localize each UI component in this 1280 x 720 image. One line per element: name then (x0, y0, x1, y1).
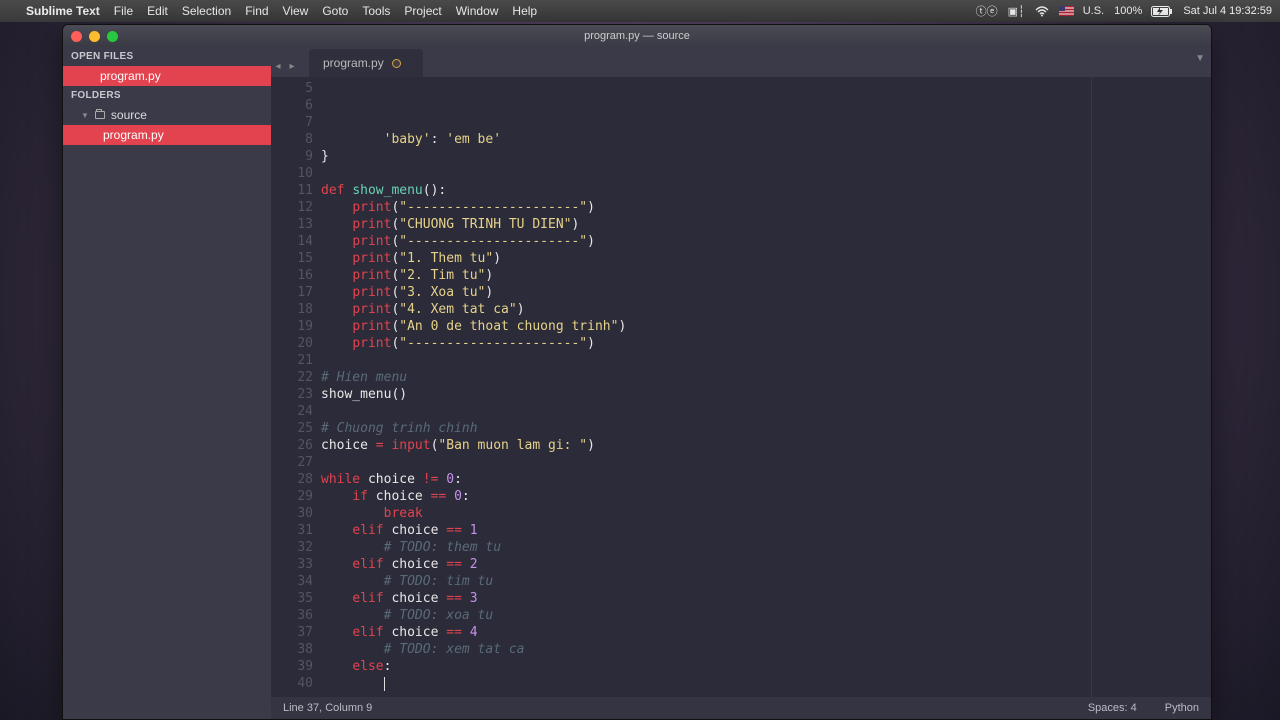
sidebar-open-file[interactable]: program.py (63, 66, 271, 86)
code-line[interactable] (321, 675, 1211, 692)
code-content[interactable]: 'baby': 'em be'} def show_menu(): print(… (321, 77, 1211, 697)
folder-name: source (111, 108, 147, 122)
code-line[interactable]: 'baby': 'em be' (321, 131, 1211, 148)
code-line[interactable]: print("2. Tim tu") (321, 267, 1211, 284)
file-name: program.py (100, 69, 161, 83)
code-line[interactable]: # TODO: them tu (321, 539, 1211, 556)
code-line[interactable]: print("----------------------") (321, 199, 1211, 216)
menubar-battery[interactable]: 100% (1114, 5, 1173, 17)
code-line[interactable]: elif choice == 3 (321, 590, 1211, 607)
sidebar-open-files-header: OPEN FILES (63, 47, 271, 66)
code-line[interactable]: elif choice == 1 (321, 522, 1211, 539)
code-line[interactable] (321, 403, 1211, 420)
macos-menubar: Sublime Text File Edit Selection Find View Go… (0, 0, 1280, 22)
menubar-item-window[interactable]: Window (456, 4, 499, 18)
status-indent[interactable]: Spaces: 4 (1088, 702, 1137, 714)
code-line[interactable]: print("4. Xem tat ca") (321, 301, 1211, 318)
code-line[interactable]: choice = input("Ban muon lam gi: ") (321, 437, 1211, 454)
code-line[interactable]: # TODO: xem tat ca (321, 641, 1211, 658)
editor-area: ◂ ▸ program.py ▼ 56789101112131415161718… (271, 47, 1211, 719)
folder-icon (95, 111, 105, 119)
code-line[interactable]: elif choice == 4 (321, 624, 1211, 641)
tab-label: program.py (323, 56, 384, 70)
desktop: program.py — source OPEN FILES program.p… (0, 22, 1280, 720)
code-line[interactable]: # Chuong trinh chinh (321, 420, 1211, 437)
sublime-window: program.py — source OPEN FILES program.p… (62, 24, 1212, 720)
code-line[interactable]: # Hien menu (321, 369, 1211, 386)
sidebar-file[interactable]: program.py (63, 125, 271, 145)
sidebar-folder[interactable]: ▼ source (63, 105, 271, 125)
status-syntax[interactable]: Python (1165, 702, 1199, 714)
menubar-item-view[interactable]: View (283, 4, 309, 18)
tab-prev-button[interactable]: ◂ (271, 55, 285, 77)
code-line[interactable]: print("CHUONG TRINH TU DIEN") (321, 216, 1211, 233)
tab-next-button[interactable]: ▸ (285, 55, 299, 77)
menubar-item-goto[interactable]: Goto (322, 4, 348, 18)
menubar-item-tools[interactable]: Tools (362, 4, 390, 18)
status-bar: Line 37, Column 9 Spaces: 4 Python (271, 697, 1211, 719)
menubar-item-edit[interactable]: Edit (147, 4, 168, 18)
flag-icon (1059, 6, 1074, 16)
menubar-item-file[interactable]: File (114, 4, 133, 18)
menubar-item-project[interactable]: Project (404, 4, 441, 18)
code-line[interactable]: # TODO: xoa tu (321, 607, 1211, 624)
modified-indicator-icon (392, 59, 401, 68)
code-line[interactable]: print("An 0 de thoat chuong trinh") (321, 318, 1211, 335)
zoom-icon[interactable] (107, 31, 118, 42)
tab-strip: ◂ ▸ program.py ▼ (271, 47, 1211, 77)
code-line[interactable] (321, 352, 1211, 369)
menubar-item-selection[interactable]: Selection (182, 4, 231, 18)
ruler-guide (1091, 77, 1092, 697)
window-title: program.py — source (63, 30, 1211, 42)
code-line[interactable]: def show_menu(): (321, 182, 1211, 199)
menubar-input-lang[interactable]: U.S. (1059, 5, 1104, 17)
close-icon[interactable] (71, 31, 82, 42)
code-line[interactable]: while choice != 0: (321, 471, 1211, 488)
code-line[interactable]: } (321, 148, 1211, 165)
code-editor[interactable]: 5678910111213141516171819202122232425262… (271, 77, 1211, 697)
code-line[interactable]: break (321, 505, 1211, 522)
modified-indicator-icon (85, 72, 94, 81)
menubar-app-name[interactable]: Sublime Text (26, 4, 100, 18)
chevron-down-icon: ▼ (81, 111, 89, 120)
sidebar: OPEN FILES program.py FOLDERS ▼ source pro… (63, 47, 271, 719)
code-line[interactable]: show_menu() (321, 386, 1211, 403)
code-line[interactable] (321, 692, 1211, 697)
code-line[interactable]: print("----------------------") (321, 335, 1211, 352)
tab[interactable]: program.py (309, 49, 423, 77)
code-line[interactable] (321, 165, 1211, 182)
menubar-item-help[interactable]: Help (512, 4, 537, 18)
menubar-te-icon[interactable]: ⓣⓔ (976, 3, 998, 19)
code-line[interactable]: # TODO: tim tu (321, 573, 1211, 590)
menubar-item-find[interactable]: Find (245, 4, 268, 18)
code-line[interactable] (321, 454, 1211, 471)
status-cursor-pos[interactable]: Line 37, Column 9 (283, 702, 372, 714)
window-titlebar[interactable]: program.py — source (63, 25, 1211, 47)
code-line[interactable]: print("3. Xoa tu") (321, 284, 1211, 301)
menubar-wifi-icon[interactable] (1035, 6, 1049, 17)
code-line[interactable]: print("----------------------") (321, 233, 1211, 250)
code-line[interactable]: if choice == 0: (321, 488, 1211, 505)
menubar-screencast-icon[interactable]: ▣┆ (1008, 5, 1025, 18)
tab-dropdown-icon[interactable]: ▼ (1195, 53, 1205, 64)
sidebar-folders-header: FOLDERS (63, 86, 271, 105)
line-gutter: 5678910111213141516171819202122232425262… (271, 77, 321, 697)
menubar-datetime[interactable]: Sat Jul 4 19:32:59 (1183, 5, 1272, 17)
code-line[interactable]: else: (321, 658, 1211, 675)
code-line[interactable]: print("1. Them tu") (321, 250, 1211, 267)
minimize-icon[interactable] (89, 31, 100, 42)
code-line[interactable]: elif choice == 2 (321, 556, 1211, 573)
